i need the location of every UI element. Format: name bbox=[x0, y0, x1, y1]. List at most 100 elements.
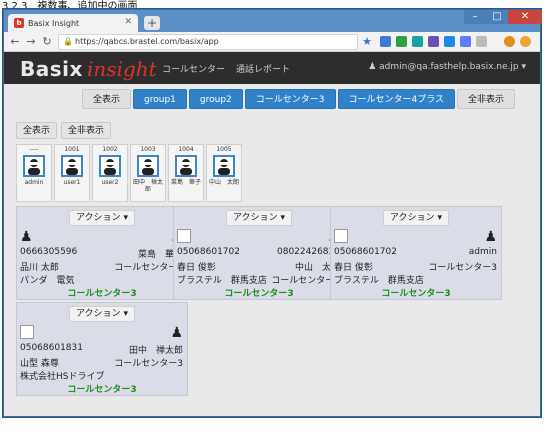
extension-icon[interactable] bbox=[396, 36, 407, 47]
caller-company: ブラステル 群馬支店 bbox=[177, 276, 267, 286]
caret-down-icon: ▾ bbox=[123, 309, 128, 319]
user-card[interactable]: 1003 田中 禅太郎 bbox=[130, 144, 166, 202]
user-name: user2 bbox=[101, 179, 119, 186]
group1-button[interactable]: group1 bbox=[133, 89, 187, 109]
caller-name: 春日 俊彰 bbox=[177, 263, 216, 273]
url-field[interactable]: 🔒 https://qabcs.brastel.com/basix/app bbox=[58, 34, 358, 50]
url-text: https://qabcs.brastel.com/basix/app bbox=[75, 37, 219, 46]
action-label: アクション bbox=[233, 213, 278, 223]
caller-company: ブラステル 群馬支店 bbox=[334, 276, 424, 286]
user-avatar-icon bbox=[137, 155, 159, 177]
caret-down-icon: ▾ bbox=[123, 213, 128, 223]
show-all-users-button[interactable]: 全表示 bbox=[16, 122, 58, 139]
extension-icon[interactable] bbox=[380, 36, 391, 47]
extension-icon[interactable] bbox=[428, 36, 439, 47]
extension-icon[interactable] bbox=[444, 36, 455, 47]
app-page: Basix insight コールセンター 通話レポート ♟ admin@qa.… bbox=[4, 52, 540, 416]
app-header: Basix insight コールセンター 通話レポート ♟ admin@qa.… bbox=[4, 52, 540, 84]
new-tab-button[interactable]: + bbox=[144, 16, 160, 30]
group-filter-bar: 全表示 group1 group2 コールセンター3 コールセンター4プラス 全… bbox=[82, 89, 516, 109]
group2-button[interactable]: group2 bbox=[188, 89, 243, 109]
group-hide-all-button[interactable]: 全非表示 bbox=[457, 89, 516, 109]
user-name: 中山 太朗 bbox=[208, 179, 239, 186]
window-minimize-button[interactable]: – bbox=[464, 10, 486, 24]
caller-name: 春日 俊彰 bbox=[334, 263, 373, 273]
call-card: アクション ▾ ♟ ♟ 0666305596 菜島 華子 品川 太郎 コールセン… bbox=[16, 206, 188, 300]
user-icon: ♟ bbox=[368, 62, 377, 72]
call-group-label: コールセンター3 bbox=[224, 289, 294, 299]
caller-phone: 05068601702 bbox=[177, 247, 240, 257]
action-label: アクション bbox=[76, 309, 121, 319]
user-card[interactable]: ---- admin bbox=[16, 144, 52, 202]
user-avatar-icon bbox=[175, 155, 197, 177]
caller-phone: 0666305596 bbox=[20, 247, 78, 257]
nav-call-center[interactable]: コールセンター bbox=[162, 62, 225, 75]
call-card: アクション ▾ ♟ 05068601702 admin 春日 俊彰 コールセンタ… bbox=[330, 206, 502, 300]
group-callcenter4plus-button[interactable]: コールセンター4プラス bbox=[337, 89, 456, 109]
user-card[interactable]: 1001 user1 bbox=[54, 144, 90, 202]
call-card: アクション ▾ ♟ 05068601831 田中 禅太郎 山型 森尊 コールセン… bbox=[16, 302, 188, 396]
call-group-label: コールセンター3 bbox=[67, 289, 137, 299]
caller-image-placeholder-icon bbox=[177, 229, 191, 243]
user-extension: 1002 bbox=[102, 146, 118, 153]
user-name: 田中 禅太郎 bbox=[132, 179, 163, 193]
caller-image-placeholder-icon bbox=[20, 325, 34, 339]
logo-basix[interactable]: Basix bbox=[20, 57, 83, 81]
user-card[interactable]: 1002 user2 bbox=[92, 144, 128, 202]
user-extension: ---- bbox=[29, 146, 39, 153]
extension-icon[interactable] bbox=[476, 36, 487, 47]
document-bottom-margin bbox=[0, 418, 546, 441]
action-dropdown-button[interactable]: アクション ▾ bbox=[69, 306, 135, 322]
extension-icon[interactable] bbox=[412, 36, 423, 47]
user-card[interactable]: 1005 中山 太朗 bbox=[206, 144, 242, 202]
caret-down-icon: ▾ bbox=[280, 213, 285, 223]
window-maximize-button[interactable]: □ bbox=[486, 10, 508, 24]
call-group-label: コールセンター3 bbox=[381, 289, 451, 299]
agent-name: 田中 禅太郎 bbox=[128, 346, 183, 356]
agent-person-icon: ♟ bbox=[484, 229, 497, 245]
address-bar: ← → ↻ 🔒 https://qabcs.brastel.com/basix/… bbox=[4, 32, 540, 52]
bookmark-star-icon[interactable]: ★ bbox=[360, 35, 374, 49]
user-menu[interactable]: ♟ admin@qa.fasthelp.basix.ne.jp ▾ bbox=[368, 62, 526, 72]
menu-icon[interactable] bbox=[520, 36, 531, 47]
user-extension: 1004 bbox=[178, 146, 194, 153]
group-show-all-button[interactable]: 全表示 bbox=[82, 89, 132, 109]
agent-person-icon: ♟ bbox=[170, 325, 183, 341]
caller-phone: 05068601831 bbox=[20, 343, 83, 353]
profile-avatar-icon[interactable] bbox=[504, 36, 515, 47]
caller-person-icon: ♟ bbox=[20, 229, 33, 245]
action-label: アクション bbox=[76, 213, 121, 223]
forward-arrow-icon[interactable]: → bbox=[24, 35, 38, 49]
browser-tabbar: b Basix Insight ✕ + – □ ✕ bbox=[4, 10, 542, 32]
user-avatar-icon bbox=[23, 155, 45, 177]
user-visibility-buttons: 全表示 全非表示 bbox=[16, 122, 112, 139]
browser-tab[interactable]: b Basix Insight ✕ bbox=[8, 14, 138, 32]
window-close-button[interactable]: ✕ bbox=[508, 10, 542, 24]
tab-title: Basix Insight bbox=[28, 18, 80, 28]
action-dropdown-button[interactable]: アクション ▾ bbox=[226, 210, 292, 226]
call-group-label: コールセンター3 bbox=[67, 385, 137, 395]
tab-close-icon[interactable]: ✕ bbox=[124, 17, 132, 27]
user-card[interactable]: 1004 菜島 華子 bbox=[168, 144, 204, 202]
chevron-down-icon: ▾ bbox=[521, 62, 526, 72]
group-callcenter3-button[interactable]: コールセンター3 bbox=[244, 89, 336, 109]
action-dropdown-button[interactable]: アクション ▾ bbox=[69, 210, 135, 226]
user-extension: 1001 bbox=[64, 146, 80, 153]
caller-company: 株式会社HSドライブ bbox=[20, 372, 105, 382]
back-arrow-icon[interactable]: ← bbox=[8, 35, 22, 49]
user-avatar-icon bbox=[99, 155, 121, 177]
action-dropdown-button[interactable]: アクション ▾ bbox=[383, 210, 449, 226]
logo-insight[interactable]: insight bbox=[87, 57, 157, 81]
user-extension: 1005 bbox=[216, 146, 232, 153]
user-name: admin bbox=[24, 179, 44, 186]
nav-call-report[interactable]: 通話レポート bbox=[236, 62, 290, 75]
reload-icon[interactable]: ↻ bbox=[40, 35, 54, 49]
caller-image-placeholder-icon bbox=[334, 229, 348, 243]
user-avatar-icon bbox=[213, 155, 235, 177]
user-list: ---- admin 1001 user1 1002 user2 1003 田中… bbox=[16, 144, 242, 202]
hide-all-users-button[interactable]: 全非表示 bbox=[61, 122, 112, 139]
lock-icon: 🔒 bbox=[63, 37, 73, 46]
caller-name: 品川 太郎 bbox=[20, 263, 59, 273]
caller-name: 山型 森尊 bbox=[20, 359, 59, 369]
extension-icon[interactable] bbox=[460, 36, 471, 47]
